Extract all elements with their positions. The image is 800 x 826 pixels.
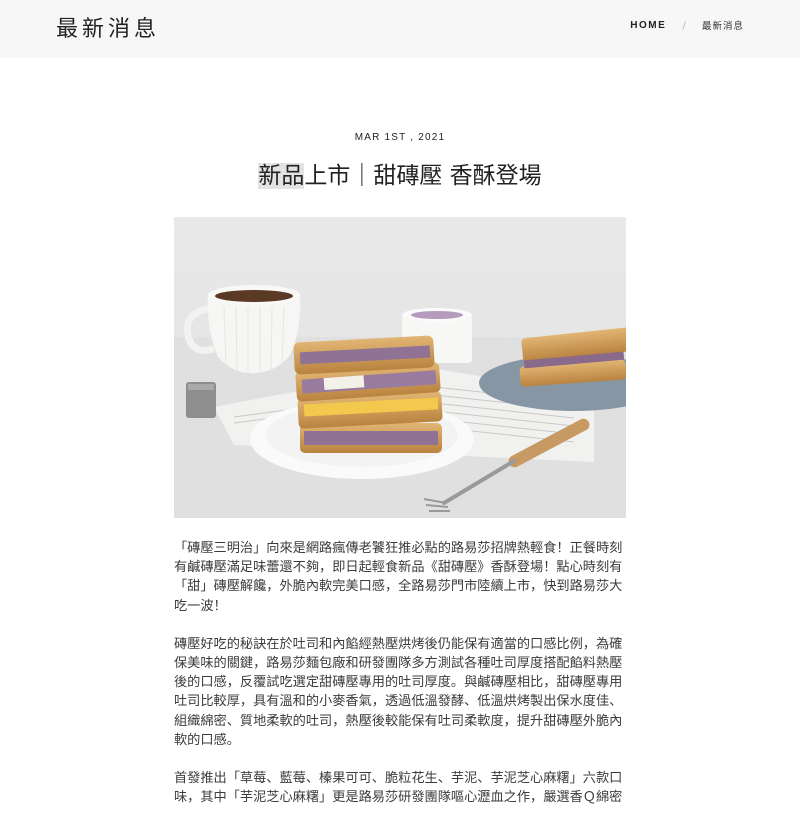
breadcrumb-home-link[interactable]: HOME [630,20,666,31]
article-paragraph-2: 磚壓好吃的秘訣在於吐司和內餡經熱壓烘烤後仍能保有適當的口感比例，為確保美味的關鍵… [174,636,623,748]
article-paragraph-1: 「磚壓三明治」向來是網路瘋傳老饕狂推必點的路易莎招牌熱輕食！正餐時刻有鹹磚壓滿足… [174,541,623,614]
post-date: MAR 1ST , 2021 [354,132,446,143]
breadcrumb-separator: / [682,18,686,32]
post-title-highlight: 新品 [258,163,305,189]
site-title[interactable]: 最新消息 [56,11,160,43]
article-paragraph-3: 首發推出「草莓、藍莓、榛果可可、脆粒花生、芋泥、芋泥芝心麻糬」六款口味，其中「芋… [174,771,623,806]
hero-photo-sandwich [174,217,626,518]
article-body: 「磚壓三明治」向來是網路瘋傳老饕狂推必點的路易莎招牌熱輕食！正餐時刻有鹹磚壓滿足… [174,539,626,826]
post-title: 新品上市｜甜磚壓 香酥登場 [0,156,800,190]
site-header: 最新消息 HOME / 最新消息 [0,0,800,58]
breadcrumb-current: 最新消息 [701,21,744,32]
breadcrumb: HOME / 最新消息 [630,18,744,33]
hero-image [174,217,626,518]
post-title-rest: 上市｜甜磚壓 香酥登場 [304,163,542,189]
